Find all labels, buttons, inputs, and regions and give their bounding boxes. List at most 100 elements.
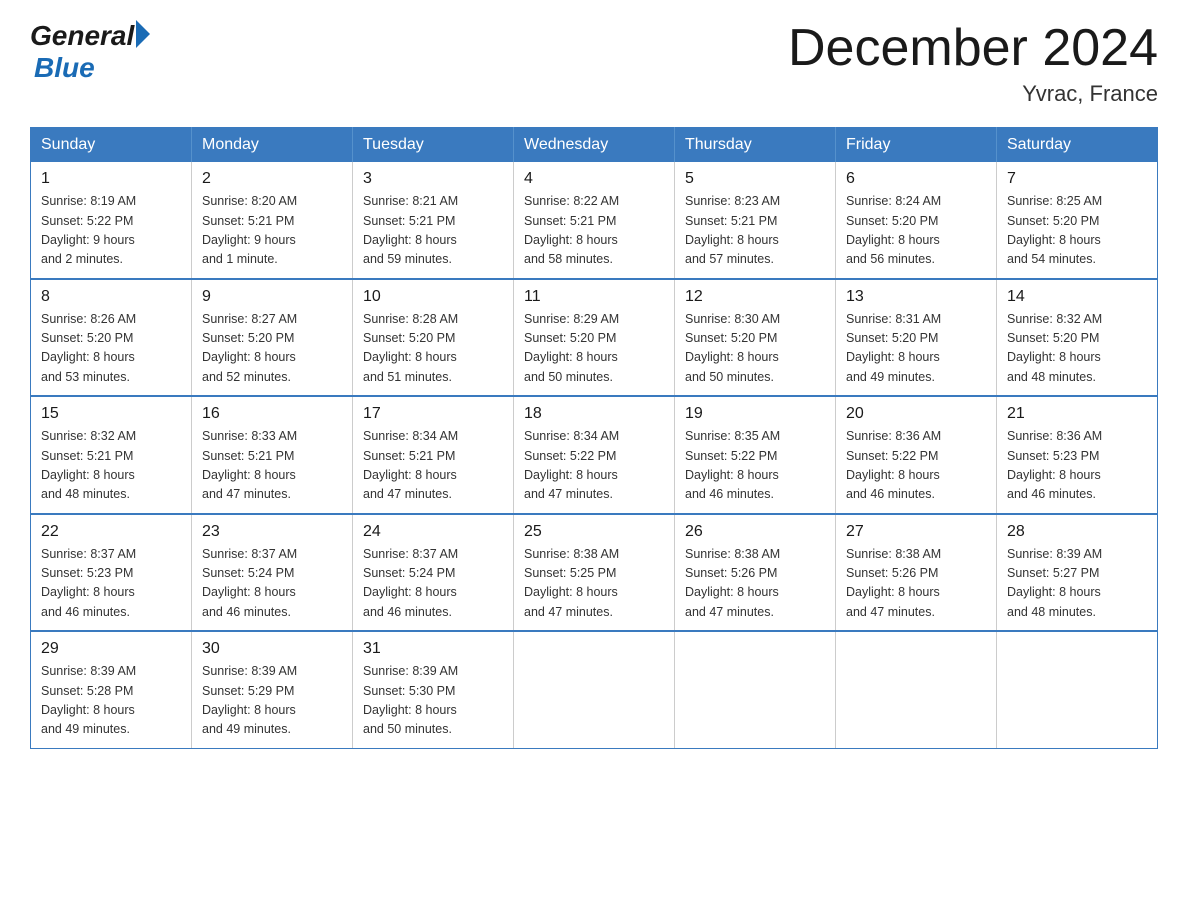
week-row-4: 22 Sunrise: 8:37 AMSunset: 5:23 PMDaylig…: [31, 514, 1158, 632]
day-info: Sunrise: 8:32 AMSunset: 5:21 PMDaylight:…: [41, 427, 181, 505]
day-number: 1: [41, 170, 181, 188]
day-cell: 22 Sunrise: 8:37 AMSunset: 5:23 PMDaylig…: [31, 514, 192, 632]
day-number: 12: [685, 288, 825, 306]
day-number: 13: [846, 288, 986, 306]
weekday-header-thursday: Thursday: [675, 128, 836, 163]
calendar-title: December 2024: [788, 20, 1158, 77]
day-number: 15: [41, 405, 181, 423]
day-cell: 14 Sunrise: 8:32 AMSunset: 5:20 PMDaylig…: [997, 279, 1158, 397]
day-number: 20: [846, 405, 986, 423]
day-info: Sunrise: 8:27 AMSunset: 5:20 PMDaylight:…: [202, 310, 342, 388]
day-number: 17: [363, 405, 503, 423]
day-cell: 1 Sunrise: 8:19 AMSunset: 5:22 PMDayligh…: [31, 162, 192, 279]
weekday-header-row: SundayMondayTuesdayWednesdayThursdayFrid…: [31, 128, 1158, 163]
day-number: 2: [202, 170, 342, 188]
day-cell: 18 Sunrise: 8:34 AMSunset: 5:22 PMDaylig…: [514, 396, 675, 514]
day-info: Sunrise: 8:36 AMSunset: 5:23 PMDaylight:…: [1007, 427, 1147, 505]
week-row-2: 8 Sunrise: 8:26 AMSunset: 5:20 PMDayligh…: [31, 279, 1158, 397]
page-header: General Blue December 2024 Yvrac, France: [30, 20, 1158, 107]
day-info: Sunrise: 8:37 AMSunset: 5:24 PMDaylight:…: [363, 545, 503, 623]
day-info: Sunrise: 8:29 AMSunset: 5:20 PMDaylight:…: [524, 310, 664, 388]
day-cell: [675, 631, 836, 748]
day-cell: 9 Sunrise: 8:27 AMSunset: 5:20 PMDayligh…: [192, 279, 353, 397]
day-number: 21: [1007, 405, 1147, 423]
day-info: Sunrise: 8:36 AMSunset: 5:22 PMDaylight:…: [846, 427, 986, 505]
day-number: 24: [363, 523, 503, 541]
day-info: Sunrise: 8:34 AMSunset: 5:21 PMDaylight:…: [363, 427, 503, 505]
day-number: 8: [41, 288, 181, 306]
day-info: Sunrise: 8:39 AMSunset: 5:27 PMDaylight:…: [1007, 545, 1147, 623]
day-cell: [997, 631, 1158, 748]
day-cell: 17 Sunrise: 8:34 AMSunset: 5:21 PMDaylig…: [353, 396, 514, 514]
day-info: Sunrise: 8:19 AMSunset: 5:22 PMDaylight:…: [41, 192, 181, 270]
day-info: Sunrise: 8:20 AMSunset: 5:21 PMDaylight:…: [202, 192, 342, 270]
day-cell: 20 Sunrise: 8:36 AMSunset: 5:22 PMDaylig…: [836, 396, 997, 514]
weekday-header-sunday: Sunday: [31, 128, 192, 163]
day-info: Sunrise: 8:23 AMSunset: 5:21 PMDaylight:…: [685, 192, 825, 270]
logo-line1: General: [30, 20, 150, 52]
day-info: Sunrise: 8:32 AMSunset: 5:20 PMDaylight:…: [1007, 310, 1147, 388]
weekday-header-monday: Monday: [192, 128, 353, 163]
day-number: 10: [363, 288, 503, 306]
day-number: 27: [846, 523, 986, 541]
day-info: Sunrise: 8:37 AMSunset: 5:24 PMDaylight:…: [202, 545, 342, 623]
day-number: 3: [363, 170, 503, 188]
day-cell: 11 Sunrise: 8:29 AMSunset: 5:20 PMDaylig…: [514, 279, 675, 397]
day-cell: 23 Sunrise: 8:37 AMSunset: 5:24 PMDaylig…: [192, 514, 353, 632]
weekday-header-tuesday: Tuesday: [353, 128, 514, 163]
day-cell: 5 Sunrise: 8:23 AMSunset: 5:21 PMDayligh…: [675, 162, 836, 279]
day-info: Sunrise: 8:38 AMSunset: 5:26 PMDaylight:…: [846, 545, 986, 623]
week-row-5: 29 Sunrise: 8:39 AMSunset: 5:28 PMDaylig…: [31, 631, 1158, 748]
day-cell: 28 Sunrise: 8:39 AMSunset: 5:27 PMDaylig…: [997, 514, 1158, 632]
day-info: Sunrise: 8:37 AMSunset: 5:23 PMDaylight:…: [41, 545, 181, 623]
day-cell: 3 Sunrise: 8:21 AMSunset: 5:21 PMDayligh…: [353, 162, 514, 279]
day-number: 18: [524, 405, 664, 423]
day-info: Sunrise: 8:38 AMSunset: 5:25 PMDaylight:…: [524, 545, 664, 623]
day-cell: 10 Sunrise: 8:28 AMSunset: 5:20 PMDaylig…: [353, 279, 514, 397]
day-info: Sunrise: 8:22 AMSunset: 5:21 PMDaylight:…: [524, 192, 664, 270]
weekday-header-saturday: Saturday: [997, 128, 1158, 163]
weekday-header-friday: Friday: [836, 128, 997, 163]
day-info: Sunrise: 8:24 AMSunset: 5:20 PMDaylight:…: [846, 192, 986, 270]
day-cell: 12 Sunrise: 8:30 AMSunset: 5:20 PMDaylig…: [675, 279, 836, 397]
day-info: Sunrise: 8:26 AMSunset: 5:20 PMDaylight:…: [41, 310, 181, 388]
day-info: Sunrise: 8:39 AMSunset: 5:29 PMDaylight:…: [202, 662, 342, 740]
day-number: 23: [202, 523, 342, 541]
day-info: Sunrise: 8:25 AMSunset: 5:20 PMDaylight:…: [1007, 192, 1147, 270]
day-number: 16: [202, 405, 342, 423]
day-info: Sunrise: 8:38 AMSunset: 5:26 PMDaylight:…: [685, 545, 825, 623]
day-number: 7: [1007, 170, 1147, 188]
day-cell: 26 Sunrise: 8:38 AMSunset: 5:26 PMDaylig…: [675, 514, 836, 632]
day-cell: 2 Sunrise: 8:20 AMSunset: 5:21 PMDayligh…: [192, 162, 353, 279]
weekday-header-wednesday: Wednesday: [514, 128, 675, 163]
week-row-3: 15 Sunrise: 8:32 AMSunset: 5:21 PMDaylig…: [31, 396, 1158, 514]
day-number: 9: [202, 288, 342, 306]
day-info: Sunrise: 8:31 AMSunset: 5:20 PMDaylight:…: [846, 310, 986, 388]
day-cell: 19 Sunrise: 8:35 AMSunset: 5:22 PMDaylig…: [675, 396, 836, 514]
day-number: 31: [363, 640, 503, 658]
day-number: 19: [685, 405, 825, 423]
day-info: Sunrise: 8:39 AMSunset: 5:28 PMDaylight:…: [41, 662, 181, 740]
day-cell: 4 Sunrise: 8:22 AMSunset: 5:21 PMDayligh…: [514, 162, 675, 279]
calendar-table: SundayMondayTuesdayWednesdayThursdayFrid…: [30, 127, 1158, 749]
logo-arrow-icon: [136, 20, 150, 48]
day-info: Sunrise: 8:28 AMSunset: 5:20 PMDaylight:…: [363, 310, 503, 388]
day-cell: [836, 631, 997, 748]
day-info: Sunrise: 8:35 AMSunset: 5:22 PMDaylight:…: [685, 427, 825, 505]
day-cell: 30 Sunrise: 8:39 AMSunset: 5:29 PMDaylig…: [192, 631, 353, 748]
day-cell: 27 Sunrise: 8:38 AMSunset: 5:26 PMDaylig…: [836, 514, 997, 632]
day-cell: 7 Sunrise: 8:25 AMSunset: 5:20 PMDayligh…: [997, 162, 1158, 279]
day-info: Sunrise: 8:34 AMSunset: 5:22 PMDaylight:…: [524, 427, 664, 505]
day-cell: 6 Sunrise: 8:24 AMSunset: 5:20 PMDayligh…: [836, 162, 997, 279]
day-number: 29: [41, 640, 181, 658]
day-number: 14: [1007, 288, 1147, 306]
day-cell: [514, 631, 675, 748]
day-cell: 25 Sunrise: 8:38 AMSunset: 5:25 PMDaylig…: [514, 514, 675, 632]
day-number: 26: [685, 523, 825, 541]
day-number: 5: [685, 170, 825, 188]
day-number: 11: [524, 288, 664, 306]
day-info: Sunrise: 8:21 AMSunset: 5:21 PMDaylight:…: [363, 192, 503, 270]
day-cell: 8 Sunrise: 8:26 AMSunset: 5:20 PMDayligh…: [31, 279, 192, 397]
day-number: 30: [202, 640, 342, 658]
day-number: 22: [41, 523, 181, 541]
